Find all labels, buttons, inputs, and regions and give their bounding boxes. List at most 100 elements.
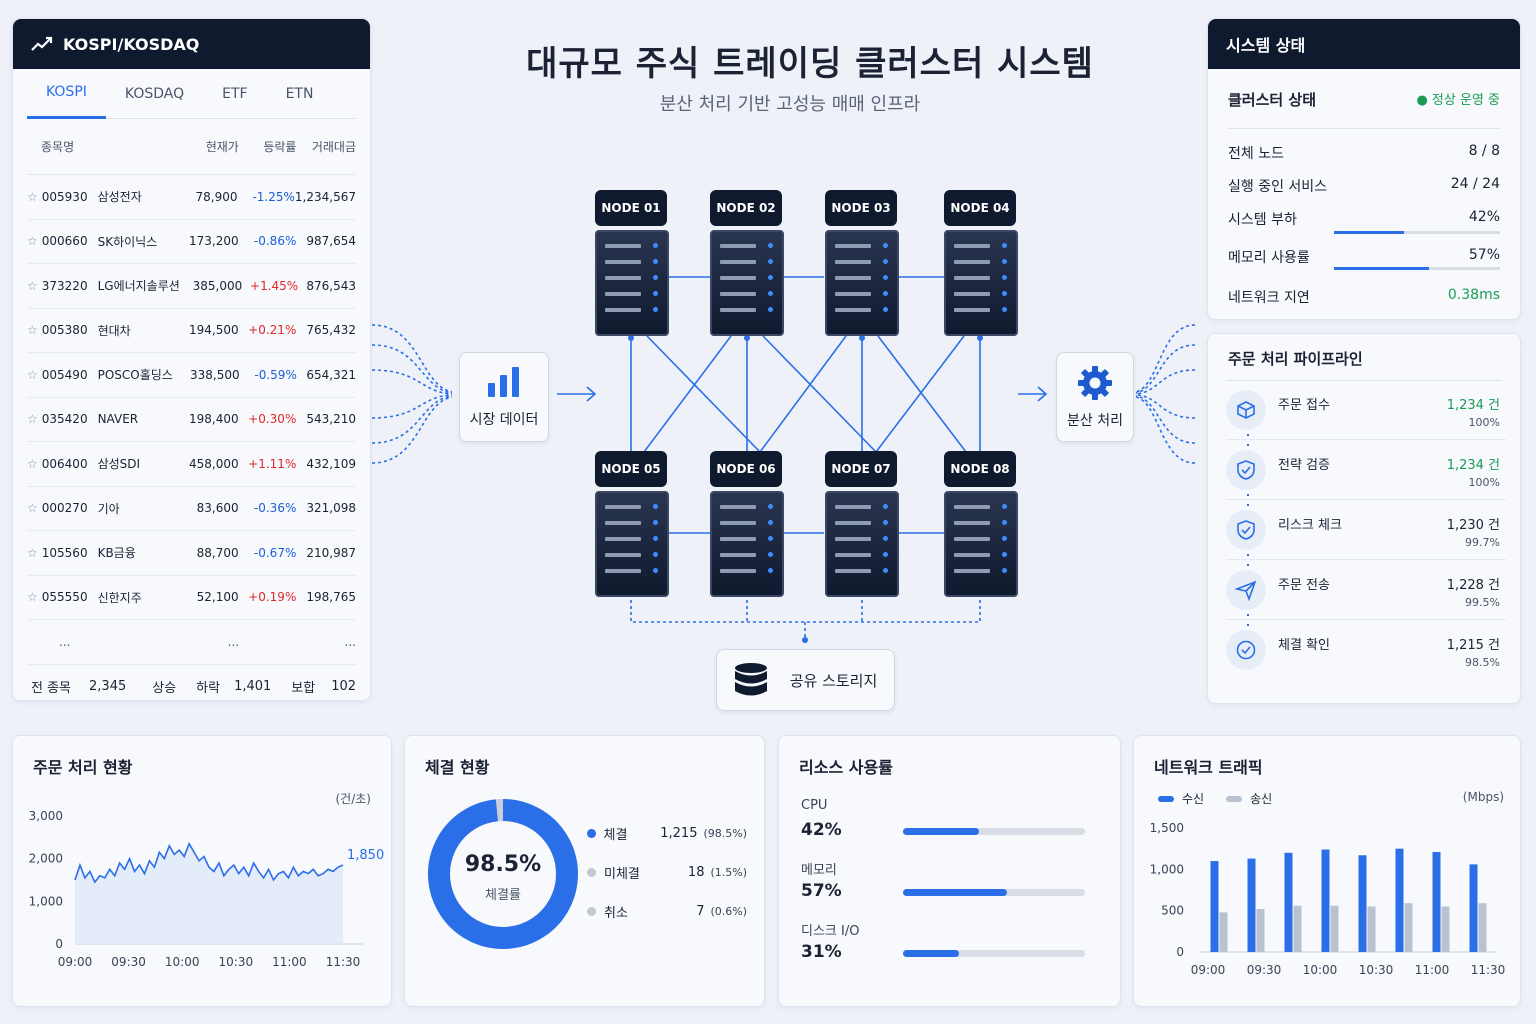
resource-label: 디스크 I/O — [801, 924, 860, 939]
page-title: 대규모 주식 트레이딩 클러스터 시스템 — [526, 44, 1094, 84]
legend-count: 18 — [687, 865, 705, 880]
server-icon — [595, 491, 669, 597]
stock-price: 385,000 — [192, 278, 243, 293]
resource-bar-fill — [903, 950, 960, 957]
table-row[interactable]: ☆ 005380 현대차 194,500 +0.21% 765,432 — [27, 309, 356, 353]
stock-name: 신한지주 — [97, 590, 142, 605]
stock-price: 338,500 — [189, 367, 240, 382]
star-icon[interactable]: ☆ — [27, 323, 38, 337]
summary-flat-value: 102 — [331, 679, 357, 694]
status-label: 시스템 부하 — [1228, 212, 1297, 228]
market-title: KOSPI/KOSDAQ — [63, 34, 200, 54]
table-row[interactable]: ☆ 105560 KB금융 88,700 -0.67% 210,987 — [27, 531, 356, 576]
table-row[interactable]: ☆ 006400 삼성SDI 458,000 +1.11% 432,109 — [27, 442, 356, 487]
stock-name: 현대차 — [97, 323, 131, 338]
legend-dot — [587, 868, 596, 877]
star-icon[interactable]: ☆ — [27, 501, 38, 515]
stock-name: 삼성전자 — [97, 190, 142, 205]
bar-rx — [1432, 851, 1441, 952]
stock-code: 006400 — [41, 456, 88, 471]
table-row[interactable]: ☆ 005930 삼성전자 78,900 -1.25% 1,234,567 — [27, 175, 356, 220]
send-icon — [1226, 570, 1266, 610]
cluster-status-badge: ● 정상 운영 중 — [1416, 93, 1500, 108]
resources-panel: 리소스 사용률 CPU 42% 메모리 57% 디스크 I/O 31% — [778, 735, 1121, 1007]
table-row[interactable]: ☆ 035420 NAVER 198,400 +0.30% 543,210 — [27, 398, 356, 442]
fills-legend-item: 체결 1,215 (98.5%) — [587, 824, 747, 843]
tab-etn[interactable]: ETN — [267, 69, 333, 119]
pipeline-step[interactable]: 리스크 체크 1,230 건 99.7% — [1226, 500, 1506, 560]
ellipsis-price: ... — [227, 634, 240, 649]
star-icon[interactable]: ☆ — [27, 190, 38, 204]
bar-rx — [1284, 852, 1293, 952]
table-row-ellipsis: ... ... ... — [27, 620, 356, 665]
fills-panel: 체결 현황 98.5% 체결률 체결 1,215 (98.5%) 미체결 18 (1.5%… — [404, 735, 765, 1007]
resource-bar-fill — [903, 828, 980, 835]
stock-name: NAVER — [97, 412, 139, 427]
bar-tx — [1367, 906, 1376, 952]
stock-name-cell: ☆ 000270 기아 — [27, 500, 171, 517]
resource-bar — [903, 828, 1085, 835]
server-icon — [710, 230, 784, 336]
step-label: 전략 검증 — [1278, 458, 1330, 473]
table-row[interactable]: ☆ 000660 SK하이닉스 173,200 -0.86% 987,654 — [27, 220, 356, 264]
distributed-processing[interactable]: 분산 처리 — [1056, 352, 1134, 442]
table-row[interactable]: ☆ 000270 기아 83,600 -0.36% 321,098 — [27, 487, 356, 531]
stock-name-cell: ☆ 105560 KB금융 — [27, 544, 171, 561]
shared-storage[interactable]: 공유 스토리지 — [716, 649, 895, 711]
pipeline-title: 주문 처리 파이프라인 — [1228, 350, 1363, 368]
y-tick-label: 2,000 — [29, 852, 63, 866]
stock-code: 035420 — [41, 412, 88, 427]
load-bar — [1334, 231, 1500, 234]
pipeline-step[interactable]: 체결 확인 1,215 건 98.5% — [1226, 620, 1506, 680]
pipeline-step[interactable]: 주문 접수 1,234 건 100% — [1226, 380, 1506, 440]
step-count: 1,234 건 — [1446, 458, 1500, 473]
stock-volume: 1,234,567 — [294, 189, 356, 204]
summary-all-value: 2,345 — [89, 679, 127, 694]
bar-rx — [1395, 848, 1404, 952]
storage-label: 공유 스토리지 — [789, 671, 878, 690]
stock-code: 000270 — [41, 501, 88, 516]
node-label: NODE 08 — [944, 451, 1016, 487]
table-row[interactable]: ☆ 005490 POSCO홀딩스 338,500 -0.59% 654,321 — [27, 353, 356, 398]
star-icon[interactable]: ☆ — [27, 234, 38, 248]
table-row[interactable]: ☆ 373220 LG에너지솔루션 385,000 +1.45% 876,543 — [27, 264, 356, 309]
resource-bar-fill — [903, 889, 1007, 896]
legend-percent: (1.5%) — [710, 866, 747, 879]
stock-volume: 543,210 — [306, 412, 356, 427]
market-data-source[interactable]: 시장 데이터 — [459, 352, 549, 442]
star-icon[interactable]: ☆ — [27, 590, 38, 604]
tab-kospi[interactable]: KOSPI — [27, 69, 106, 119]
stock-name: SK하이닉스 — [97, 234, 158, 249]
stock-change: -0.86% — [253, 234, 297, 249]
step-percent: 100% — [1468, 476, 1500, 489]
pipeline-step[interactable]: 주문 전송 1,228 건 99.5% — [1226, 560, 1506, 620]
status-total-nodes: 전체 노드 8 / 8 — [1228, 143, 1500, 163]
bar-rx — [1358, 855, 1367, 952]
tab-kosdaq[interactable]: KOSDAQ — [106, 69, 203, 119]
market-tabs: KOSPI KOSDAQ ETF ETN — [27, 69, 356, 119]
node-label: NODE 06 — [710, 451, 782, 487]
star-icon[interactable]: ☆ — [27, 457, 38, 471]
server-icon — [595, 230, 669, 336]
step-count: 1,215 건 — [1446, 638, 1500, 653]
table-row[interactable]: ☆ 055550 신한지주 52,100 +0.19% 198,765 — [27, 576, 356, 620]
x-tick-label: 10:00 — [165, 955, 200, 969]
star-icon[interactable]: ☆ — [27, 412, 38, 426]
fills-title: 체결 현황 — [425, 758, 490, 777]
star-icon[interactable]: ☆ — [27, 546, 38, 560]
star-icon[interactable]: ☆ — [27, 279, 38, 293]
processing-label: 분산 처리 — [1067, 413, 1123, 429]
pipeline-step[interactable]: 전략 검증 1,234 건 100% — [1226, 440, 1506, 500]
bar-rx — [1321, 849, 1330, 952]
summary-flat-label: 보합 — [291, 681, 316, 696]
trend-icon — [31, 36, 53, 51]
step-percent: 98.5% — [1465, 656, 1500, 669]
stock-price: 458,000 — [189, 456, 239, 471]
star-icon[interactable]: ☆ — [27, 368, 38, 382]
y-tick-label: 500 — [1161, 904, 1184, 918]
shield-check-icon — [1226, 450, 1266, 490]
tab-etf[interactable]: ETF — [203, 69, 266, 119]
stock-name: 삼성SDI — [97, 457, 141, 472]
stock-name-cell: ☆ 005930 삼성전자 — [27, 188, 171, 205]
stock-code: 000660 — [41, 234, 88, 249]
